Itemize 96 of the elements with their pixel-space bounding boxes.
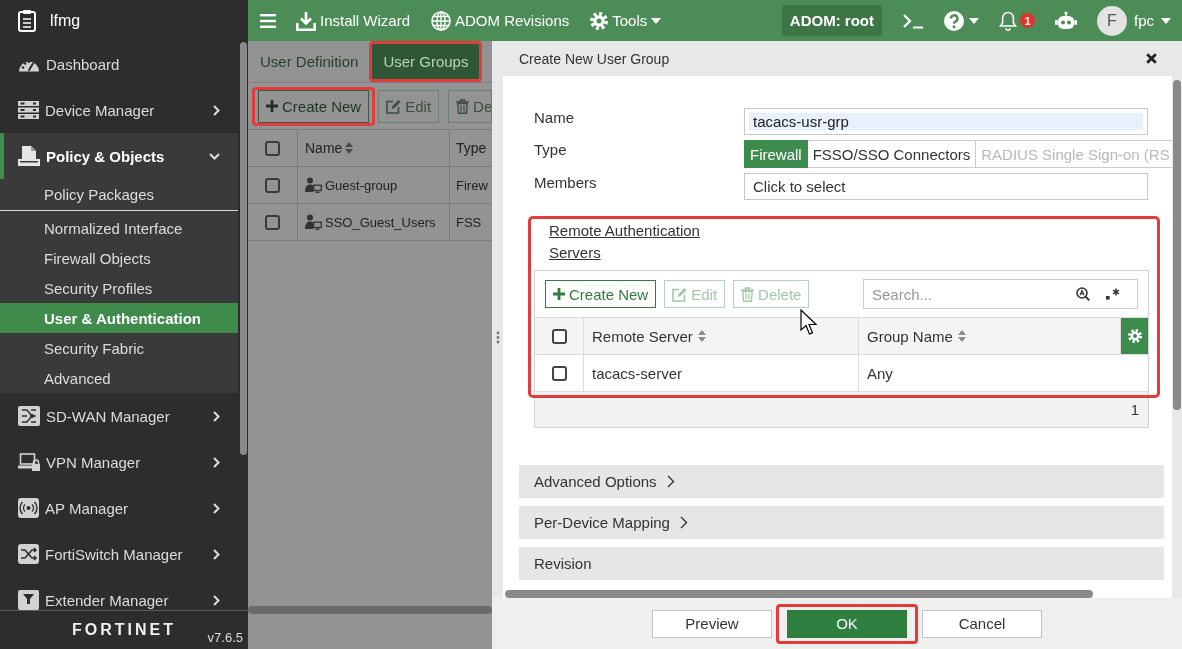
edit-icon [672,286,688,302]
notification-badge: 1 [1020,13,1035,28]
drag-handle-icon[interactable] [495,330,500,344]
version-label: v7.6.5 [207,630,244,647]
download-icon [296,10,316,31]
submenu-item[interactable]: Policy Packages [0,179,238,209]
server-icon [18,101,39,119]
nav-item[interactable]: Extender Manager [0,577,238,610]
toolbar-button[interactable]: Tools [590,5,662,36]
terminal-icon [902,12,924,29]
toolbar-button[interactable]: Create New [545,280,657,308]
horizontal-scrollbar[interactable] [505,590,1093,598]
dialog-button[interactable]: Preview [652,609,772,638]
submenu-item[interactable]: User & Authentication [0,303,238,333]
plus-icon [553,288,565,300]
checkbox[interactable] [551,328,567,344]
laptop-lock-icon [18,453,40,471]
wireless-signal-icon [18,498,39,518]
nav-item[interactable]: Device Manager [0,87,238,133]
edit-icon [386,98,402,114]
gear-icon [1127,329,1142,343]
search-field[interactable]: Search... [863,279,1138,309]
robot-icon [1055,10,1077,31]
ok-button[interactable]: OK [787,609,907,638]
nav-item[interactable]: VPN Manager [0,439,238,485]
nav-item[interactable]: AP Manager [0,485,238,531]
submenu-item[interactable]: Advanced [0,363,238,393]
app-title: lfmg [50,11,81,30]
checkbox[interactable] [551,365,567,381]
regex-icon [1106,288,1120,300]
clipboard-icon [18,9,36,32]
members-picker[interactable]: Click to select [744,173,1148,200]
nav-item[interactable]: Policy & Objects [0,133,238,179]
user-avatar: F [1097,5,1127,36]
group-type: Firew [456,177,488,193]
section-header[interactable]: Advanced Options [519,465,1164,498]
plus-icon [266,100,278,112]
tab[interactable]: User Groups [369,41,483,82]
crossing-arrows-icon [18,544,39,564]
column-header[interactable]: Type [450,130,492,166]
column-header[interactable]: Name [298,130,450,166]
notifications-button[interactable]: 1 [999,5,1035,36]
gear-icon [590,11,609,30]
caret-down-icon [1161,17,1171,24]
caret-down-icon [969,17,979,24]
close-button[interactable] [1146,53,1157,64]
checkbox[interactable] [265,177,280,193]
nav-item[interactable]: Dashboard [0,41,238,87]
vertical-scrollbar[interactable] [1173,80,1181,410]
row-count: 1 [1130,401,1139,418]
search-icon [1076,287,1090,301]
segment-option[interactable]: FSSO/SSO Connectors [807,140,977,168]
trash-icon [456,98,470,114]
field-label: Type [534,140,568,160]
submenu-item[interactable]: Security Fabric [0,333,238,363]
submenu-item[interactable]: Firewall Objects [0,243,238,273]
dialog-title: Create New User Group [519,50,670,67]
section-header[interactable]: Revision [519,547,1164,580]
nav-item[interactable]: SD-WAN Manager [0,393,238,439]
brand-logo: FORTINET [72,621,176,639]
menu-icon [260,13,276,28]
nav-item[interactable]: FortiSwitch Manager [0,531,238,577]
column-settings-button[interactable] [1121,318,1148,354]
user-menu-button[interactable]: F fpc [1097,5,1171,36]
close-icon [1146,53,1157,64]
checkbox[interactable] [265,140,280,156]
globe-icon [431,10,452,31]
submenu-item[interactable]: Security Profiles [0,273,238,303]
toolbar-button[interactable]: Install Wizard [296,5,411,36]
server-name: tacacs-server [592,364,683,382]
document-icon [18,146,40,166]
name-input[interactable]: tacacs-usr-grp [744,108,1148,135]
adom-selector[interactable]: ADOM: root [781,5,882,36]
section-header[interactable]: Per-Device Mapping [519,506,1164,539]
help-icon [944,10,964,31]
sidebar-scrollbar[interactable] [240,42,247,455]
group-type: FSS [456,214,482,230]
submenu-item[interactable]: Normalized Interface [0,213,238,243]
toolbar-button[interactable]: Create New [258,89,370,123]
group-name: Guest-group [325,177,398,193]
user-computer-icon [305,214,322,230]
field-label: Members [534,173,598,193]
bell-icon [999,10,1017,31]
group-name: SSO_Guest_Users [325,214,436,230]
segment-option[interactable]: Firewall [744,140,808,168]
toolbar-button[interactable]: ADOM Revisions [431,5,570,36]
field-label: Name [534,108,575,128]
trash-icon [741,286,755,302]
group-name: Any [867,364,893,382]
network-icon [18,406,40,426]
user-computer-icon [305,177,322,193]
horizontal-scrollbar[interactable] [248,606,492,614]
checkbox[interactable] [265,214,280,230]
tab[interactable]: User Definition [252,41,367,82]
section-title: Remote Authentication Servers [549,221,701,263]
dialog-button[interactable]: Cancel [922,609,1042,638]
